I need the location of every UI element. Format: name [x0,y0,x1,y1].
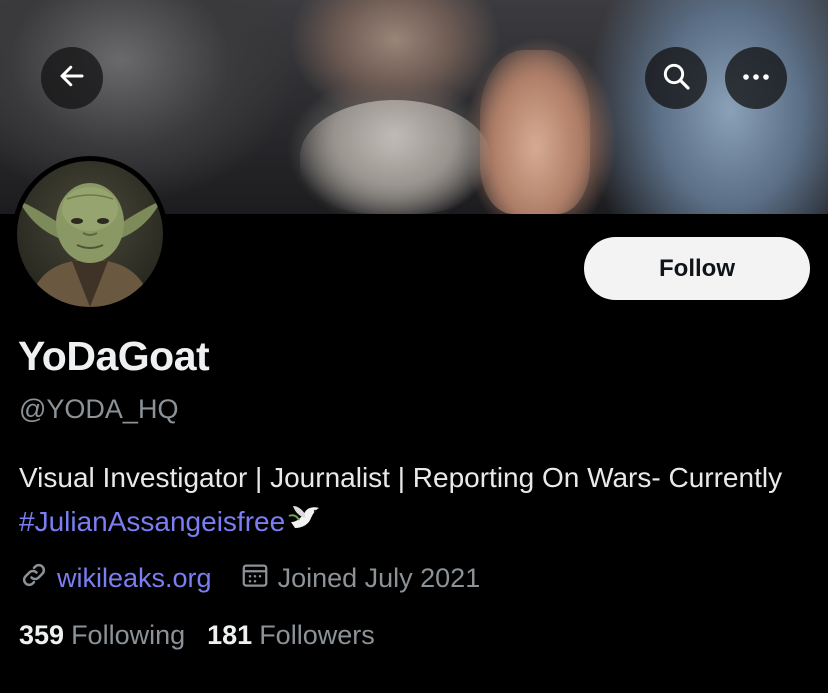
more-options-button[interactable] [725,47,787,109]
avatar-image [17,161,163,307]
following-label: Following [71,620,186,650]
calendar-icon [240,560,270,597]
follow-button[interactable]: Follow [584,237,810,300]
following-link[interactable]: 359 Following [19,620,185,651]
dove-icon [287,503,323,547]
following-count: 359 [19,620,65,650]
display-name: YoDaGoat [18,333,210,379]
bio-text: Visual Investigator | Journalist | Repor… [19,462,783,493]
follow-stats: 359 Following 181 Followers [19,620,375,651]
join-date: Joined July 2021 [277,563,481,593]
followers-count: 181 [207,620,253,650]
banner-photo-hand [480,50,590,214]
back-button[interactable] [41,47,103,109]
arrow-left-icon [57,61,87,96]
website-link[interactable]: wikileaks.org [57,563,212,594]
profile-bio: Visual Investigator | Journalist | Repor… [19,456,809,547]
profile-meta: wikileaks.org Joined July 2021 [19,560,480,597]
search-icon [660,60,692,97]
link-icon [19,560,49,597]
more-horizontal-icon [741,69,771,87]
followers-link[interactable]: 181 Followers [207,620,375,651]
search-button[interactable] [645,47,707,109]
bio-hashtag-link[interactable]: #JulianAssangeisfree [19,506,285,537]
banner-photo-subject [300,100,490,214]
followers-label: Followers [259,620,375,650]
user-handle: @YODA_HQ [19,394,179,424]
avatar[interactable] [12,156,168,312]
